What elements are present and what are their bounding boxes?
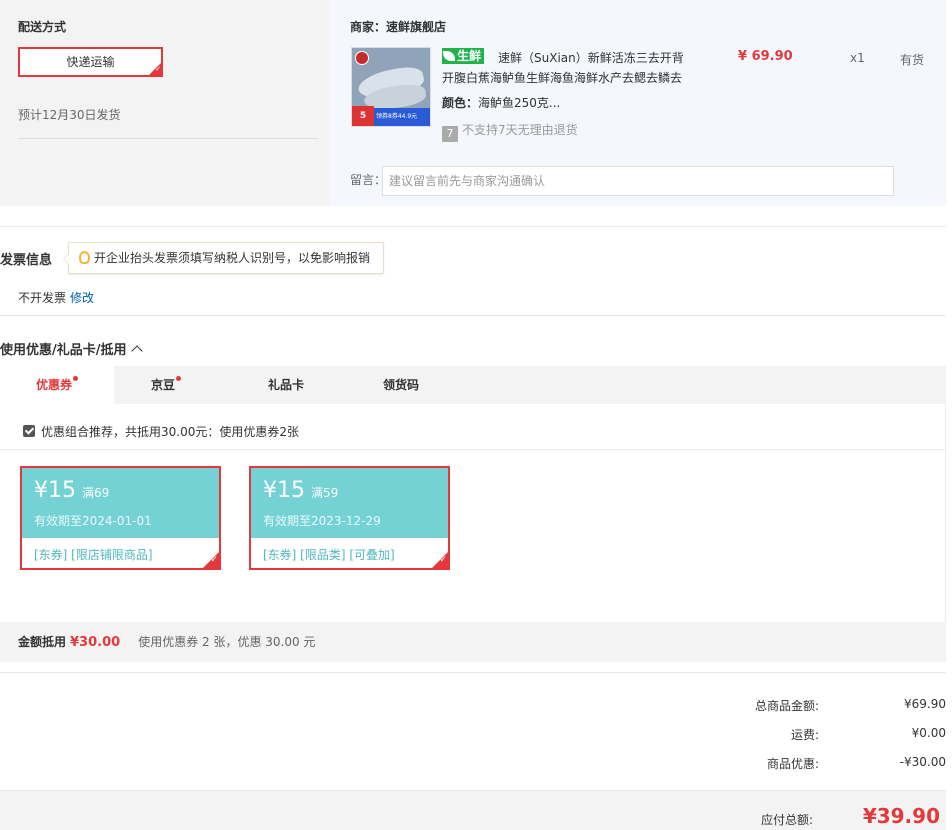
tab-jingdou[interactable]: 京豆: [114, 366, 218, 404]
lightbulb-icon: [79, 251, 90, 264]
discount-label: 商品优惠:: [766, 757, 819, 771]
product-quantity: x1: [850, 51, 865, 65]
payable-label: 应付总额:: [760, 813, 813, 827]
product-image[interactable]: 5 领券8券44.9元: [351, 47, 431, 127]
coupon-expiry: 有效期至2024-01-01: [34, 514, 152, 528]
coupon-section-title: 使用优惠/礼品卡/抵用: [0, 343, 127, 358]
coupon-summary-text: 使用优惠券 2 张，优惠 30.00 元: [138, 635, 316, 649]
product-color: 颜色：海鲈鱼250克...: [442, 94, 560, 111]
payable-value: ¥39.90: [862, 804, 940, 828]
invoice-edit-link[interactable]: 修改: [70, 291, 94, 305]
freight-label: 运费:: [790, 728, 819, 742]
no-return-icon: 7: [442, 126, 458, 142]
notification-dot: [73, 376, 78, 381]
shipping-section: 配送方式 快递运输 预计12月30日发货 商家：速鲜旗舰店 5 领券8券44.9…: [0, 0, 946, 206]
stock-status: 有货: [900, 53, 925, 67]
product-price: ¥ 69.90: [738, 49, 793, 64]
checkbox-checked-icon[interactable]: [23, 425, 35, 437]
invoice-status: 不开发票 修改: [18, 289, 94, 306]
shipping-estimate: 预计12月30日发货: [18, 106, 318, 139]
chevron-up-icon: [130, 345, 143, 357]
coupon-expiry: 有效期至2023-12-29: [263, 514, 381, 528]
coupon-summary-amount: ¥30.00: [70, 635, 121, 650]
coupon-card-top: ¥15 满69 有效期至2024-01-01: [22, 468, 219, 538]
notification-dot: [176, 376, 181, 381]
memo-input[interactable]: [382, 166, 894, 196]
discount-row: 商品优惠: -¥30.00: [646, 755, 946, 773]
selected-check-icon: [432, 552, 448, 568]
brand-logo-icon: [355, 51, 369, 65]
total-goods-value: ¥69.90: [904, 697, 946, 711]
fresh-tag-label: 生鲜: [457, 49, 482, 63]
leaf-icon: [443, 51, 455, 61]
coupon-value-row: ¥15 满69: [34, 478, 219, 504]
coupon-card-top: ¥15 满59 有效期至2023-12-29: [251, 468, 448, 538]
image-banner-text: 领券8券44.9元: [376, 113, 418, 120]
payable-bar: 应付总额: ¥39.90: [0, 790, 946, 830]
invoice-status-text: 不开发票: [18, 291, 67, 305]
product-color-value: 海鲈鱼250克...: [478, 96, 561, 110]
coupon-tabs: 优惠券 京豆 礼品卡 领货码: [0, 366, 946, 404]
invoice-tip-text: 开企业抬头发票须填写纳税人识别号，以免影响报销: [94, 251, 371, 265]
fresh-tag: 生鲜: [442, 48, 485, 64]
tab-label: 优惠券: [35, 378, 72, 392]
tab-coupons[interactable]: 优惠券: [0, 366, 114, 404]
coupon-summary: 金额抵用 ¥30.00 使用优惠券 2 张，优惠 30.00 元: [0, 622, 946, 662]
tab-gift-card[interactable]: 礼品卡: [230, 366, 342, 404]
shop-panel: 商家：速鲜旗舰店 5 领券8券44.9元 速鲜（SuXian）新鲜活冻三去开背开…: [330, 0, 946, 206]
coupon-summary-label: 金额抵用: [18, 635, 67, 649]
coupon-condition: 满69: [82, 486, 110, 500]
selected-check-icon: [203, 552, 219, 568]
combo-text: 优惠组合推荐，共抵用30.00元：使用优惠券2张: [41, 425, 299, 439]
coupon-tags: [东券] [限品类] [可叠加]: [263, 548, 395, 562]
tab-redeem-code[interactable]: 领货码: [344, 366, 458, 404]
coupon-amount: ¥15: [263, 478, 305, 503]
coupon-card[interactable]: ¥15 满69 有效期至2024-01-01 [东券] [限店铺限商品]: [20, 466, 221, 570]
coupon-tags: [东券] [限店铺限商品]: [34, 548, 153, 562]
product-color-label: 颜色：: [442, 96, 479, 110]
tab-label: 领货码: [382, 378, 419, 392]
shipping-panel: 配送方式 快递运输 预计12月30日发货: [0, 0, 330, 206]
divider: [0, 672, 946, 673]
combo-recommendation[interactable]: 优惠组合推荐，共抵用30.00元：使用优惠券2张: [23, 423, 299, 440]
coupon-panel: 优惠组合推荐，共抵用30.00元：使用优惠券2张 ¥15 满69 有效期至2024…: [0, 404, 946, 622]
shipping-title: 配送方式: [18, 20, 67, 34]
shipping-method-button[interactable]: 快递运输: [18, 47, 163, 77]
total-goods-label: 总商品金额:: [754, 699, 819, 713]
invoice-title: 发票信息: [0, 253, 53, 268]
return-policy-text: 不支持7天无理由退货: [462, 123, 578, 137]
freight-value: ¥0.00: [911, 726, 946, 740]
divider: [0, 226, 946, 227]
coupon-condition: 满59: [311, 486, 339, 500]
freight-row: 运费: ¥0.00: [646, 726, 946, 744]
discount-value: -¥30.00: [899, 755, 946, 769]
divider: [0, 315, 946, 316]
coupon-amount: ¥15: [34, 478, 76, 503]
tab-label: 礼品卡: [267, 378, 304, 392]
shipping-method-label: 快递运输: [66, 55, 115, 69]
tab-label: 京豆: [150, 378, 175, 392]
divider: [0, 449, 946, 450]
coupon-value-row: ¥15 满59: [263, 478, 448, 504]
selected-check-icon: [149, 63, 161, 75]
memo-label: 留言：: [350, 173, 387, 187]
return-policy: 7 不支持7天无理由退货: [442, 121, 578, 142]
coupon-card[interactable]: ¥15 满59 有效期至2023-12-29 [东券] [限品类] [可叠加]: [249, 466, 450, 570]
coupon-section-toggle[interactable]: 使用优惠/礼品卡/抵用: [0, 339, 143, 358]
total-goods-row: 总商品金额: ¥69.90: [646, 697, 946, 715]
shop-name: 商家：速鲜旗舰店: [350, 20, 447, 34]
invoice-tip: 开企业抬头发票须填写纳税人识别号，以免影响报销: [63, 242, 384, 274]
image-badge: 5: [352, 106, 374, 126]
